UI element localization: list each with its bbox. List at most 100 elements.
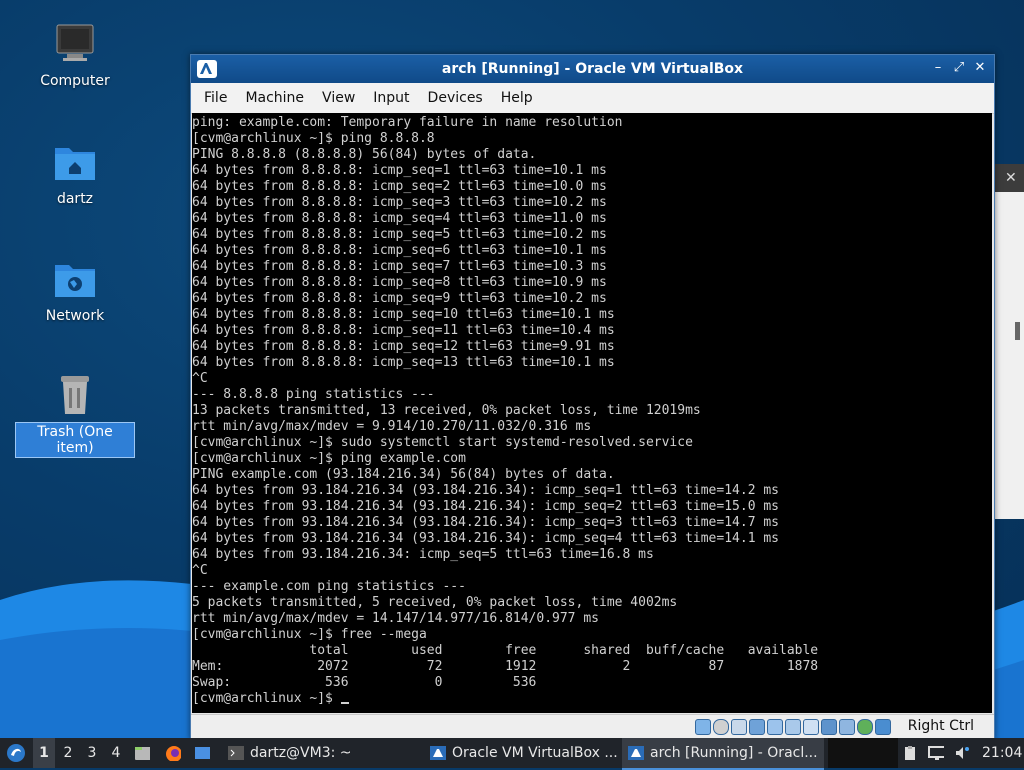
- terminal-line: 64 bytes from 8.8.8.8: icmp_seq=11 ttl=6…: [192, 323, 615, 338]
- desktop-icon-network[interactable]: Network: [15, 257, 135, 325]
- mouse-integration-icon[interactable]: [875, 719, 891, 735]
- restore-icon[interactable]: ⤢: [951, 60, 967, 75]
- show-desktop-launcher[interactable]: [194, 738, 210, 768]
- terminal-line: Mem: 2072 72 1912 2 87 1878: [192, 659, 819, 674]
- recording-icon[interactable]: [821, 719, 837, 735]
- terminal-line: ping: example.com: Temporary failure in …: [192, 115, 623, 130]
- vt-x-icon[interactable]: [857, 719, 873, 735]
- taskbar: 1 2 3 4 dartz@VM3: ~ Oracle VM VirtualBo…: [0, 738, 1024, 770]
- task-label: dartz@VM3: ~: [250, 745, 352, 761]
- tray-blank-area: [828, 738, 898, 768]
- workspace-2[interactable]: 2: [57, 738, 79, 768]
- menu-view[interactable]: View: [313, 90, 364, 106]
- host-key-label: Right Ctrl: [907, 718, 974, 734]
- menu-input[interactable]: Input: [364, 90, 418, 106]
- file-manager-icon: [135, 747, 150, 760]
- terminal-line: [cvm@archlinux ~]$ ping 8.8.8.8: [192, 131, 435, 146]
- task-terminal[interactable]: dartz@VM3: ~: [222, 738, 424, 768]
- terminal-line: [cvm@archlinux ~]$ free --mega: [192, 627, 427, 642]
- terminal-line: ^C: [192, 371, 208, 386]
- terminal-cursor: [340, 702, 349, 704]
- desktop-icon-label: Network: [45, 308, 105, 324]
- terminal-line: 64 bytes from 8.8.8.8: icmp_seq=13 ttl=6…: [192, 355, 615, 370]
- menu-bar: File Machine View Input Devices Help: [191, 83, 994, 114]
- workspace-1[interactable]: 1: [33, 738, 55, 768]
- terminal-line: 64 bytes from 8.8.8.8: icmp_seq=6 ttl=63…: [192, 243, 607, 258]
- window-title: arch [Running] - Oracle VM VirtualBox: [441, 61, 744, 77]
- terminal-line: 64 bytes from 8.8.8.8: icmp_seq=1 ttl=63…: [192, 163, 607, 178]
- terminal-line: PING example.com (93.184.216.34) 56(84) …: [192, 467, 615, 482]
- close-icon[interactable]: ✕: [972, 60, 988, 75]
- volume-icon: [956, 747, 969, 759]
- status-bar: Right Ctrl: [191, 714, 994, 739]
- terminal-line: --- example.com ping statistics ---: [192, 579, 466, 594]
- task-virtualbox-manager[interactable]: Oracle VM VirtualBox ...: [424, 738, 626, 768]
- terminal-line: 64 bytes from 8.8.8.8: icmp_seq=12 ttl=6…: [192, 339, 615, 354]
- firefox-icon: [166, 746, 181, 761]
- tray-clipboard[interactable]: [902, 738, 918, 768]
- desktop-icon-trash[interactable]: Trash (One item): [15, 372, 135, 458]
- workspace-4[interactable]: 4: [105, 738, 127, 768]
- hard-disk-icon[interactable]: [695, 719, 711, 735]
- scrollbar[interactable]: [1015, 322, 1020, 340]
- desktop-icon-label: Computer: [40, 73, 110, 89]
- background-window[interactable]: ✕: [990, 164, 1024, 519]
- optical-drive-icon[interactable]: [713, 719, 729, 735]
- tray-network[interactable]: [928, 738, 944, 768]
- workspace-3[interactable]: 3: [81, 738, 103, 768]
- vm-screen[interactable]: ping: example.com: Temporary failure in …: [192, 113, 992, 713]
- terminal-line: rtt min/avg/max/mdev = 14.147/14.977/16.…: [192, 611, 599, 626]
- file-manager-launcher[interactable]: [134, 738, 150, 768]
- close-icon[interactable]: ✕: [1005, 170, 1017, 186]
- virtualbox-icon: [628, 746, 644, 760]
- terminal-line: 5 packets transmitted, 5 received, 0% pa…: [192, 595, 678, 610]
- audio-icon[interactable]: [731, 719, 747, 735]
- menu-devices[interactable]: Devices: [419, 90, 492, 106]
- cpu-icon[interactable]: [839, 719, 855, 735]
- trash-icon: [53, 372, 97, 416]
- network-icon: [928, 746, 944, 760]
- menu-machine[interactable]: Machine: [236, 90, 313, 106]
- desktop-icon: [195, 747, 210, 759]
- firefox-launcher[interactable]: [165, 738, 181, 768]
- task-vm-window[interactable]: arch [Running] - Oracl...: [622, 738, 824, 770]
- terminal-line: [cvm@archlinux ~]$ ping example.com: [192, 451, 466, 466]
- start-menu-button[interactable]: [4, 738, 28, 768]
- terminal-line: Swap: 536 0 536: [192, 675, 537, 690]
- tray-volume[interactable]: [954, 738, 970, 768]
- terminal-line: 64 bytes from 8.8.8.8: icmp_seq=4 ttl=63…: [192, 211, 607, 226]
- terminal-line: PING 8.8.8.8 (8.8.8.8) 56(84) bytes of d…: [192, 147, 537, 162]
- virtualbox-window: arch [Running] - Oracle VM VirtualBox – …: [190, 54, 995, 740]
- desktop-icon-home-folder[interactable]: dartz: [15, 140, 135, 208]
- terminal-line: 64 bytes from 8.8.8.8: icmp_seq=3 ttl=63…: [192, 195, 607, 210]
- terminal-icon: [228, 746, 244, 760]
- status-icons: [695, 719, 891, 735]
- terminal-line: 64 bytes from 8.8.8.8: icmp_seq=10 ttl=6…: [192, 307, 615, 322]
- terminal-line: [cvm@archlinux ~]$ sudo systemctl start …: [192, 435, 693, 450]
- computer-icon: [53, 22, 97, 66]
- terminal-line: 64 bytes from 8.8.8.8: icmp_seq=7 ttl=63…: [192, 259, 607, 274]
- terminal-line: 64 bytes from 8.8.8.8: icmp_seq=9 ttl=63…: [192, 291, 607, 306]
- shared-folders-icon[interactable]: [785, 719, 801, 735]
- desktop-icon-label: dartz: [56, 191, 94, 207]
- terminal-line: 64 bytes from 8.8.8.8: icmp_seq=2 ttl=63…: [192, 179, 607, 194]
- terminal-line: [cvm@archlinux ~]$: [192, 691, 341, 706]
- network-adapter-icon[interactable]: [749, 719, 765, 735]
- network-folder-icon: [53, 257, 97, 301]
- terminal-line: rtt min/avg/max/mdev = 9.914/10.270/11.0…: [192, 419, 592, 434]
- window-titlebar[interactable]: arch [Running] - Oracle VM VirtualBox – …: [191, 55, 994, 83]
- desktop-icon-computer[interactable]: Computer: [15, 22, 135, 90]
- terminal-line: 64 bytes from 93.184.216.34: icmp_seq=5 …: [192, 547, 654, 562]
- menu-help[interactable]: Help: [492, 90, 542, 106]
- terminal-line: total used free shared buff/cache availa…: [192, 643, 819, 658]
- terminal-output[interactable]: ping: example.com: Temporary failure in …: [192, 113, 992, 707]
- home-folder-icon: [53, 140, 97, 184]
- desktop-icon-label: Trash (One item): [15, 422, 135, 458]
- display-icon[interactable]: [803, 719, 819, 735]
- clock[interactable]: 21:04: [982, 738, 1022, 768]
- terminal-line: 64 bytes from 93.184.216.34 (93.184.216.…: [192, 515, 779, 530]
- terminal-line: --- 8.8.8.8 ping statistics ---: [192, 387, 435, 402]
- minimize-icon[interactable]: –: [930, 60, 946, 75]
- menu-file[interactable]: File: [195, 90, 236, 106]
- usb-icon[interactable]: [767, 719, 783, 735]
